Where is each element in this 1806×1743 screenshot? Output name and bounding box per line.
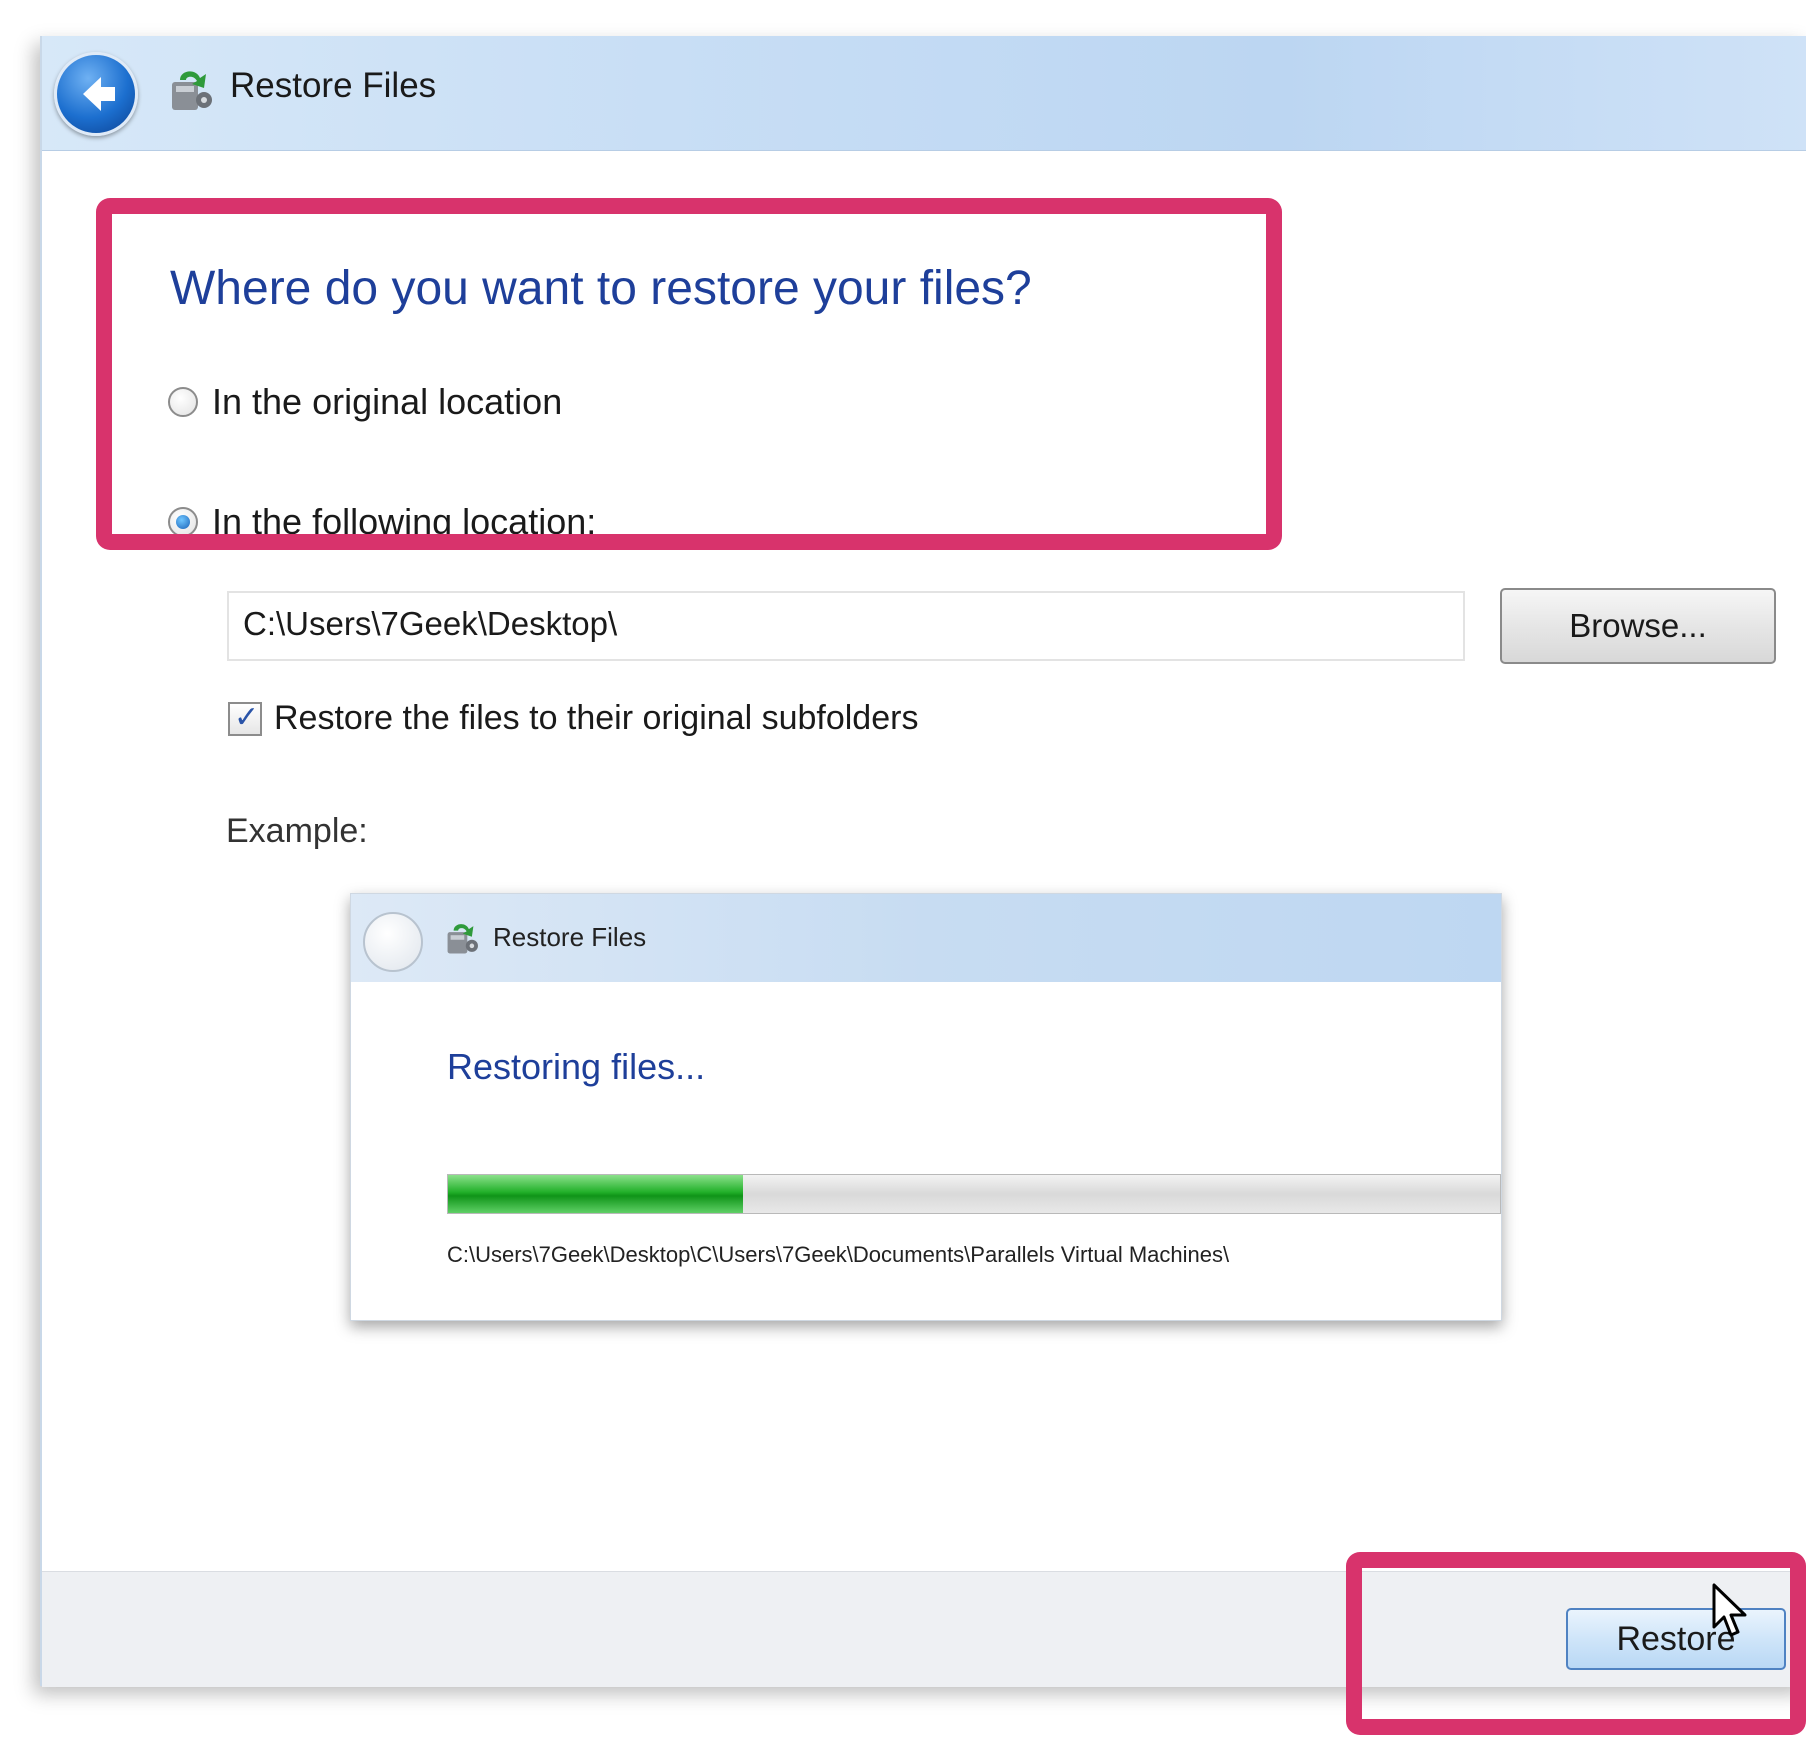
restore-subfolders-option[interactable]: ✓ Restore the files to their original su…	[228, 699, 918, 738]
example-restore-files-icon	[447, 924, 478, 954]
screenshot-page: Restore Files Where do you want to resto…	[0, 0, 1806, 1743]
example-back-icon	[363, 912, 423, 972]
highlight-location-options	[96, 198, 1282, 550]
back-arrow-icon	[83, 77, 115, 111]
restore-subfolders-label: Restore the files to their original subf…	[274, 699, 919, 737]
example-window-title: Restore Files	[493, 922, 647, 952]
back-button[interactable]	[54, 52, 138, 136]
example-label: Example:	[226, 812, 368, 850]
title-bar: Restore Files	[42, 36, 1806, 151]
example-title-bar: Restore Files	[351, 894, 1501, 982]
highlight-restore-button	[1346, 1552, 1806, 1735]
example-window: Restore Files Restoring files... C:\User…	[350, 893, 1502, 1321]
example-heading: Restoring files...	[447, 1046, 706, 1087]
checkmark-icon: ✓	[234, 700, 260, 734]
restore-files-icon	[172, 71, 212, 110]
location-path-input[interactable]: C:\Users\7Geek\Desktop\	[227, 591, 1465, 661]
example-restore-path: C:\Users\7Geek\Desktop\C\Users\7Geek\Doc…	[447, 1242, 1230, 1267]
example-progress-bar	[447, 1174, 1501, 1214]
window-title: Restore Files	[230, 66, 437, 105]
browse-button[interactable]: Browse...	[1500, 588, 1776, 664]
example-progress-fill	[448, 1175, 743, 1213]
restore-subfolders-checkbox[interactable]: ✓	[228, 700, 262, 736]
